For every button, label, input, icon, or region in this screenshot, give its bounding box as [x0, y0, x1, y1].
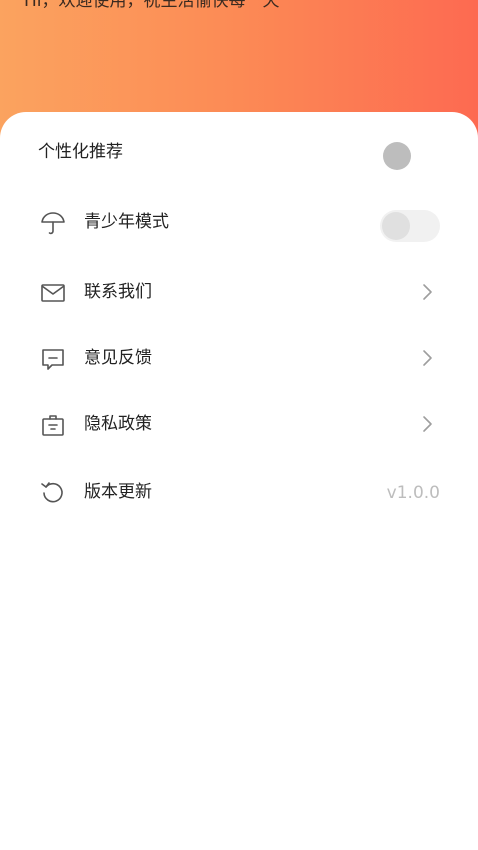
contact-us-label: 联系我们: [84, 282, 152, 302]
personalized-recommendation-toggle[interactable]: [383, 142, 411, 170]
privacy-icon: [40, 412, 66, 438]
version-number: v1.0.0: [386, 483, 440, 503]
settings-card: 个性化推荐 青少年模式 联系我们 意见反馈 隐私政策 版本更新 v1.0.0: [0, 112, 478, 850]
teen-mode-row[interactable]: 青少年模式: [0, 202, 478, 242]
version-update-row[interactable]: 版本更新 v1.0.0: [0, 472, 478, 512]
version-update-label: 版本更新: [84, 482, 152, 502]
feedback-icon: [40, 346, 66, 372]
personalized-recommendation-label: 个性化推荐: [38, 142, 123, 162]
feedback-label: 意见反馈: [84, 348, 152, 368]
chevron-right-icon: [420, 282, 434, 302]
refresh-icon: [40, 480, 66, 506]
privacy-policy-label: 隐私政策: [84, 414, 152, 434]
umbrella-icon: [40, 210, 66, 236]
privacy-policy-row[interactable]: 隐私政策: [0, 404, 478, 444]
chevron-right-icon: [420, 348, 434, 368]
contact-us-row[interactable]: 联系我们: [0, 272, 478, 312]
chevron-right-icon: [420, 414, 434, 434]
teen-mode-label: 青少年模式: [84, 212, 169, 232]
teen-mode-toggle[interactable]: [380, 210, 440, 242]
mail-icon: [40, 280, 66, 306]
teen-mode-toggle-knob: [382, 212, 410, 240]
greeting-text: Hi，欢迎使用，祝生活愉快每一天: [24, 0, 280, 11]
feedback-row[interactable]: 意见反馈: [0, 338, 478, 378]
